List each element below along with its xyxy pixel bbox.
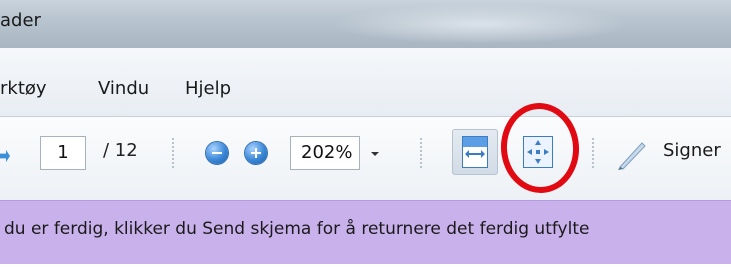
window-title: ader xyxy=(0,10,41,31)
document-area xyxy=(0,264,731,278)
page-total-label: / 12 xyxy=(103,140,138,161)
pen-icon[interactable] xyxy=(614,137,648,171)
zoom-in-icon[interactable] xyxy=(245,142,267,164)
sign-button-label[interactable]: Signer xyxy=(663,140,721,161)
menu-item-tools[interactable]: rktøy xyxy=(0,78,47,99)
toolbar-separator xyxy=(420,138,422,168)
title-bar-glow xyxy=(330,4,630,44)
toolbar-separator xyxy=(592,138,594,168)
zoom-in-glyph-v xyxy=(255,148,257,158)
page-number-input[interactable]: 1 xyxy=(40,136,86,170)
zoom-out-icon[interactable] xyxy=(206,142,228,164)
zoom-out-glyph xyxy=(212,152,222,154)
form-notice-text: du er ferdig, klikker du Send skjema for… xyxy=(4,219,590,239)
toolbar-separator xyxy=(172,138,174,168)
zoom-dropdown-icon[interactable] xyxy=(371,152,379,156)
menu-item-help[interactable]: Hjelp xyxy=(185,78,231,99)
fit-width-icon xyxy=(462,136,488,168)
zoom-level-input[interactable]: 202% xyxy=(290,136,360,170)
menu-item-window[interactable]: Vindu xyxy=(98,78,149,99)
title-bar xyxy=(0,0,731,48)
